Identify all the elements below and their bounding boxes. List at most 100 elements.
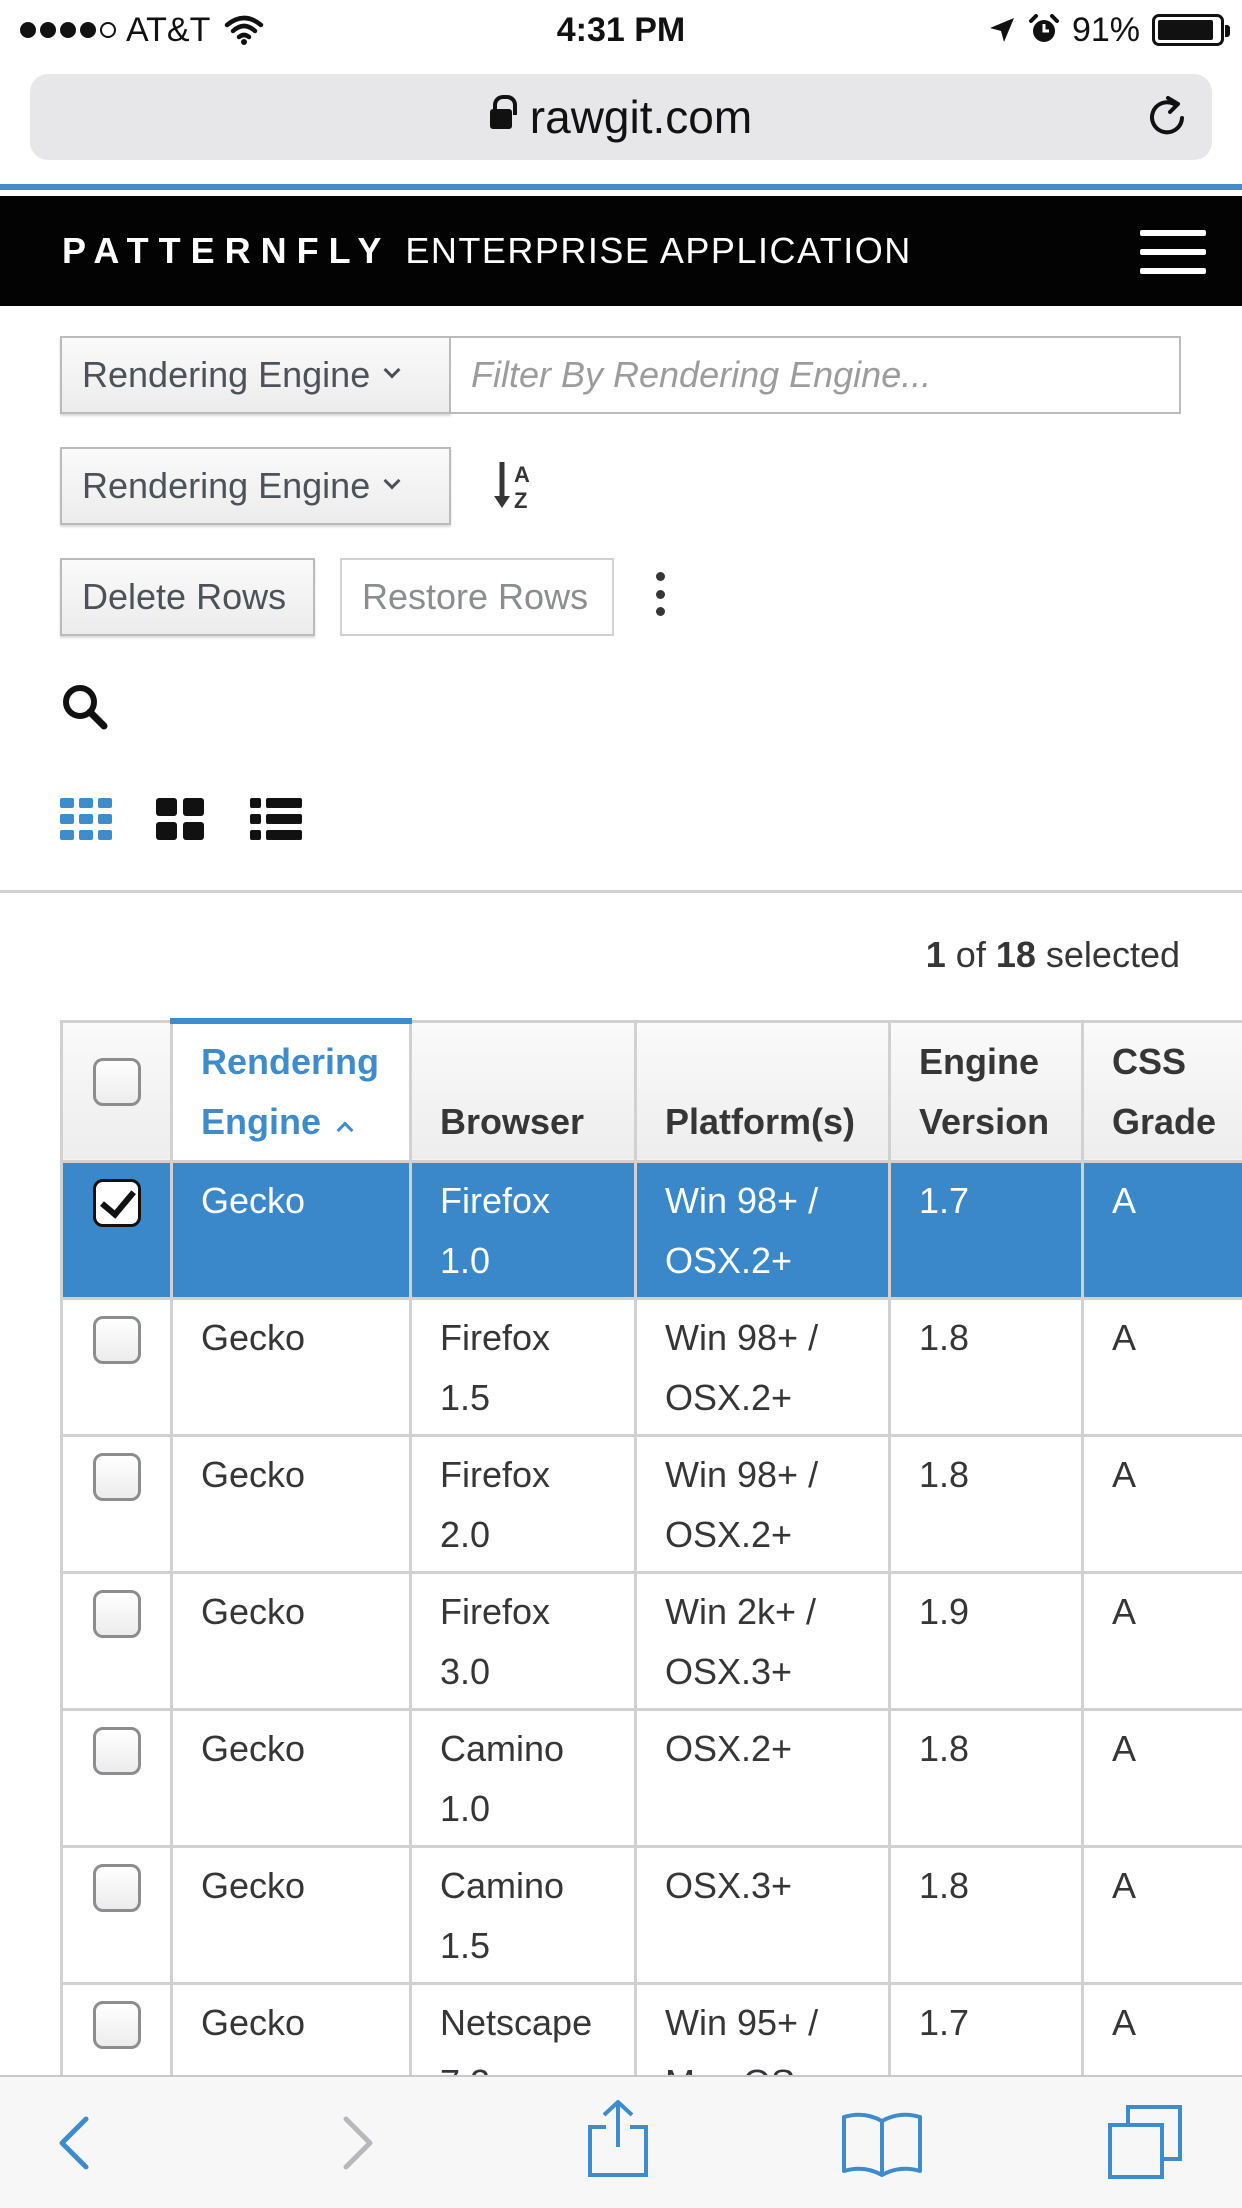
share-icon[interactable]	[580, 2099, 656, 2179]
row-select-cell	[60, 1434, 173, 1574]
table-body: Gecko Firefox 1.0 Win 98+ / OSX.2+ 1.7 A…	[60, 1160, 1242, 2122]
search-icon[interactable]	[60, 682, 110, 732]
filter-field-dropdown[interactable]: Rendering Engine	[60, 336, 451, 414]
forward-arrow-icon[interactable]	[318, 2107, 390, 2179]
cell-engine: Gecko	[170, 1297, 412, 1437]
cell-version: 1.8	[888, 1434, 1084, 1574]
sort-field-dropdown[interactable]: Rendering Engine	[60, 447, 451, 525]
tabs-icon[interactable]	[1106, 2103, 1184, 2181]
restore-rows-label: Restore Rows	[362, 576, 589, 617]
table-row[interactable]: Gecko Firefox 2.0 Win 98+ / OSX.2+ 1.8 A	[60, 1434, 1242, 1574]
header-platforms[interactable]: Platform(s)	[634, 1019, 891, 1163]
url-text: rawgit.com	[529, 91, 753, 143]
table-row[interactable]: Gecko Firefox 1.5 Win 98+ / OSX.2+ 1.8 A	[60, 1297, 1242, 1437]
lock-icon	[489, 95, 517, 135]
cell-version: 1.7	[888, 1160, 1084, 1300]
back-arrow-icon[interactable]	[42, 2107, 114, 2179]
table-row[interactable]: Gecko Firefox 3.0 Win 2k+ / OSX.3+ 1.9 A	[60, 1571, 1242, 1711]
selected-suffix: selected	[1045, 934, 1180, 975]
cell-browser: Camino 1.5	[409, 1845, 637, 1985]
cell-browser: Firefox 2.0	[409, 1434, 637, 1574]
cell-browser: Camino 1.0	[409, 1708, 637, 1848]
row-checkbox[interactable]	[92, 1590, 141, 1638]
row-checkbox[interactable]	[92, 2001, 141, 2049]
cell-version: 1.8	[888, 1297, 1084, 1437]
sort-alpha-asc-icon[interactable]: A Z	[492, 458, 540, 514]
hamburger-menu-icon[interactable]	[1140, 230, 1206, 274]
data-table: Rendering Engine Browser Platform(s) Eng…	[60, 1018, 1242, 2122]
battery-icon	[1152, 14, 1230, 46]
table-row[interactable]: Gecko Camino 1.0 OSX.2+ 1.8 A	[60, 1708, 1242, 1848]
restore-rows-button[interactable]: Restore Rows	[340, 558, 614, 636]
toolbar-divider	[0, 890, 1242, 893]
browser-address-area: rawgit.com	[0, 62, 1242, 190]
cell-browser: Firefox 3.0	[409, 1571, 637, 1711]
filter-field-label: Rendering Engine	[82, 354, 371, 395]
cell-browser: Firefox 1.5	[409, 1297, 637, 1437]
app-navbar: PATTERNFLY ENTERPRISE APPLICATION	[0, 196, 1242, 306]
header-label: CSS Grade	[1112, 1041, 1217, 1142]
sort-ascending-icon	[336, 1121, 354, 1139]
row-checkbox[interactable]	[92, 1864, 141, 1912]
sort-field-label: Rendering Engine	[82, 465, 371, 506]
cell-engine: Gecko	[170, 1571, 412, 1711]
cell-version: 1.9	[888, 1571, 1084, 1711]
delete-rows-button[interactable]: Delete Rows	[60, 558, 315, 636]
cell-grade: A	[1081, 1297, 1242, 1437]
cell-platform: OSX.2+	[634, 1708, 891, 1848]
status-bar: AT&T 4:31 PM 91%	[0, 0, 1242, 62]
table-row[interactable]: Gecko Firefox 1.0 Win 98+ / OSX.2+ 1.7 A	[60, 1160, 1242, 1300]
row-checkbox[interactable]	[92, 1316, 141, 1364]
kebab-menu-icon[interactable]	[656, 572, 668, 616]
cell-grade: A	[1081, 1434, 1242, 1574]
cell-grade: A	[1081, 1571, 1242, 1711]
cell-grade: A	[1081, 1708, 1242, 1848]
cell-engine: Gecko	[170, 1434, 412, 1574]
card-view-icon[interactable]	[156, 798, 204, 840]
header-label: Platform(s)	[665, 1101, 856, 1142]
header-label: Engine Version	[919, 1041, 1050, 1142]
brand-name[interactable]: PATTERNFLY	[62, 230, 391, 272]
filter-input[interactable]: Filter By Rendering Engine...	[449, 336, 1181, 414]
cell-engine: Gecko	[170, 1708, 412, 1848]
selection-summary: 1 of 18 selected	[926, 934, 1180, 976]
svg-text:Z: Z	[514, 488, 527, 513]
bookmarks-icon[interactable]	[840, 2107, 924, 2179]
select-all-checkbox[interactable]	[92, 1058, 141, 1107]
cell-platform: Win 98+ / OSX.2+	[634, 1434, 891, 1574]
row-select-cell	[60, 1297, 173, 1437]
cell-engine: Gecko	[170, 1160, 412, 1300]
row-checkbox[interactable]	[92, 1179, 141, 1227]
header-label: Browser	[440, 1101, 585, 1142]
small-grid-view-icon[interactable]	[60, 798, 112, 840]
header-engine-version[interactable]: Engine Version	[888, 1019, 1084, 1163]
location-arrow-icon	[989, 18, 1014, 42]
table-header-row: Rendering Engine Browser Platform(s) Eng…	[60, 1018, 1242, 1163]
row-select-cell	[60, 1845, 173, 1985]
cell-version: 1.8	[888, 1845, 1084, 1985]
total-count: 18	[995, 934, 1036, 975]
filter-placeholder: Filter By Rendering Engine...	[471, 354, 932, 395]
header-browser[interactable]: Browser	[409, 1019, 637, 1163]
brand-subtitle: ENTERPRISE APPLICATION	[405, 230, 912, 271]
alarm-icon	[1028, 14, 1059, 42]
chevron-down-icon	[383, 361, 401, 379]
cell-grade: A	[1081, 1160, 1242, 1300]
svg-text:A: A	[514, 462, 530, 487]
row-checkbox[interactable]	[92, 1727, 141, 1775]
battery-percent: 91%	[1071, 10, 1140, 49]
cell-platform: Win 98+ / OSX.2+	[634, 1160, 891, 1300]
address-bar[interactable]: rawgit.com	[30, 74, 1212, 160]
header-label: Rendering Engine	[201, 1041, 380, 1142]
reload-icon[interactable]	[1144, 94, 1190, 140]
row-select-cell	[60, 1571, 173, 1711]
row-select-cell	[60, 1708, 173, 1848]
row-checkbox[interactable]	[92, 1453, 141, 1501]
cell-platform: Win 2k+ / OSX.3+	[634, 1571, 891, 1711]
select-all-cell	[60, 1019, 173, 1163]
list-view-icon[interactable]	[250, 798, 302, 840]
cell-browser: Firefox 1.0	[409, 1160, 637, 1300]
table-row[interactable]: Gecko Camino 1.5 OSX.3+ 1.8 A	[60, 1845, 1242, 1985]
header-css-grade[interactable]: CSS Grade	[1081, 1019, 1242, 1163]
header-rendering-engine[interactable]: Rendering Engine	[170, 1018, 412, 1163]
